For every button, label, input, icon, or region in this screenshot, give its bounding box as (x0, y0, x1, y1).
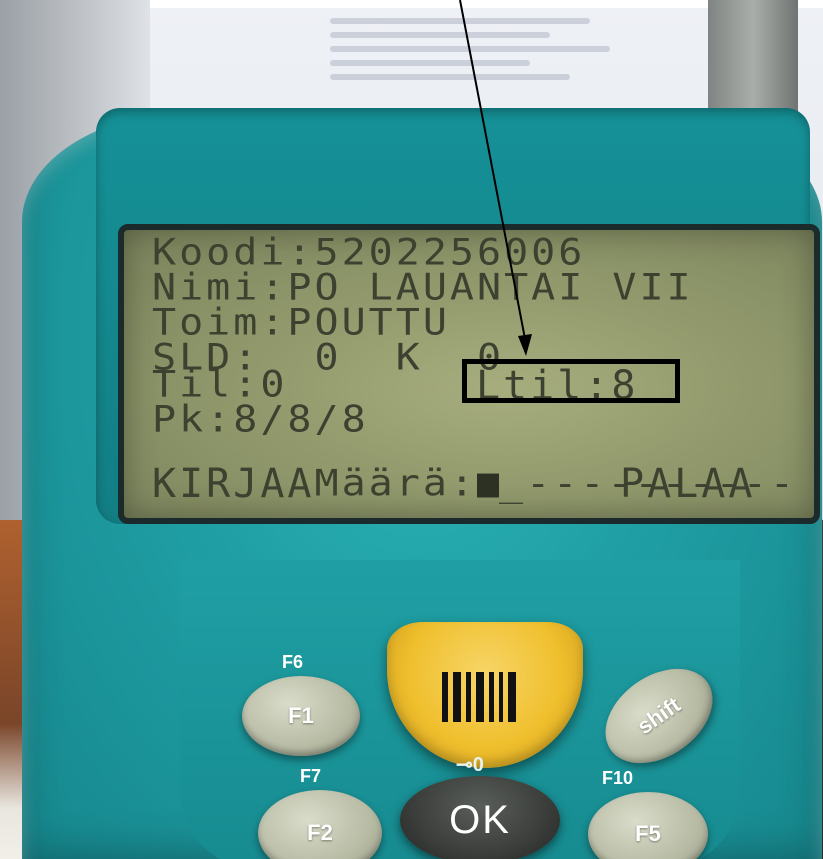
photo-scene: Koodi:5202256006 Nimi:PO LAUANTAI VII To… (0, 0, 823, 859)
f2-label: F2 (307, 820, 333, 845)
key-icon: ⊸0 (456, 754, 484, 776)
barcode-icon (442, 672, 518, 722)
f10-label: F10 (602, 768, 634, 788)
arrow-head-icon (518, 334, 532, 356)
f5-label: F5 (635, 821, 661, 846)
f6-label: F6 (282, 652, 304, 672)
f1-label: F1 (288, 703, 314, 728)
ok-button[interactable]: OK (400, 776, 560, 859)
f7-label: F7 (300, 766, 322, 786)
ok-label: OK (449, 797, 511, 842)
shift-label: shift (632, 692, 685, 740)
f1-button[interactable]: F1 (242, 676, 360, 756)
